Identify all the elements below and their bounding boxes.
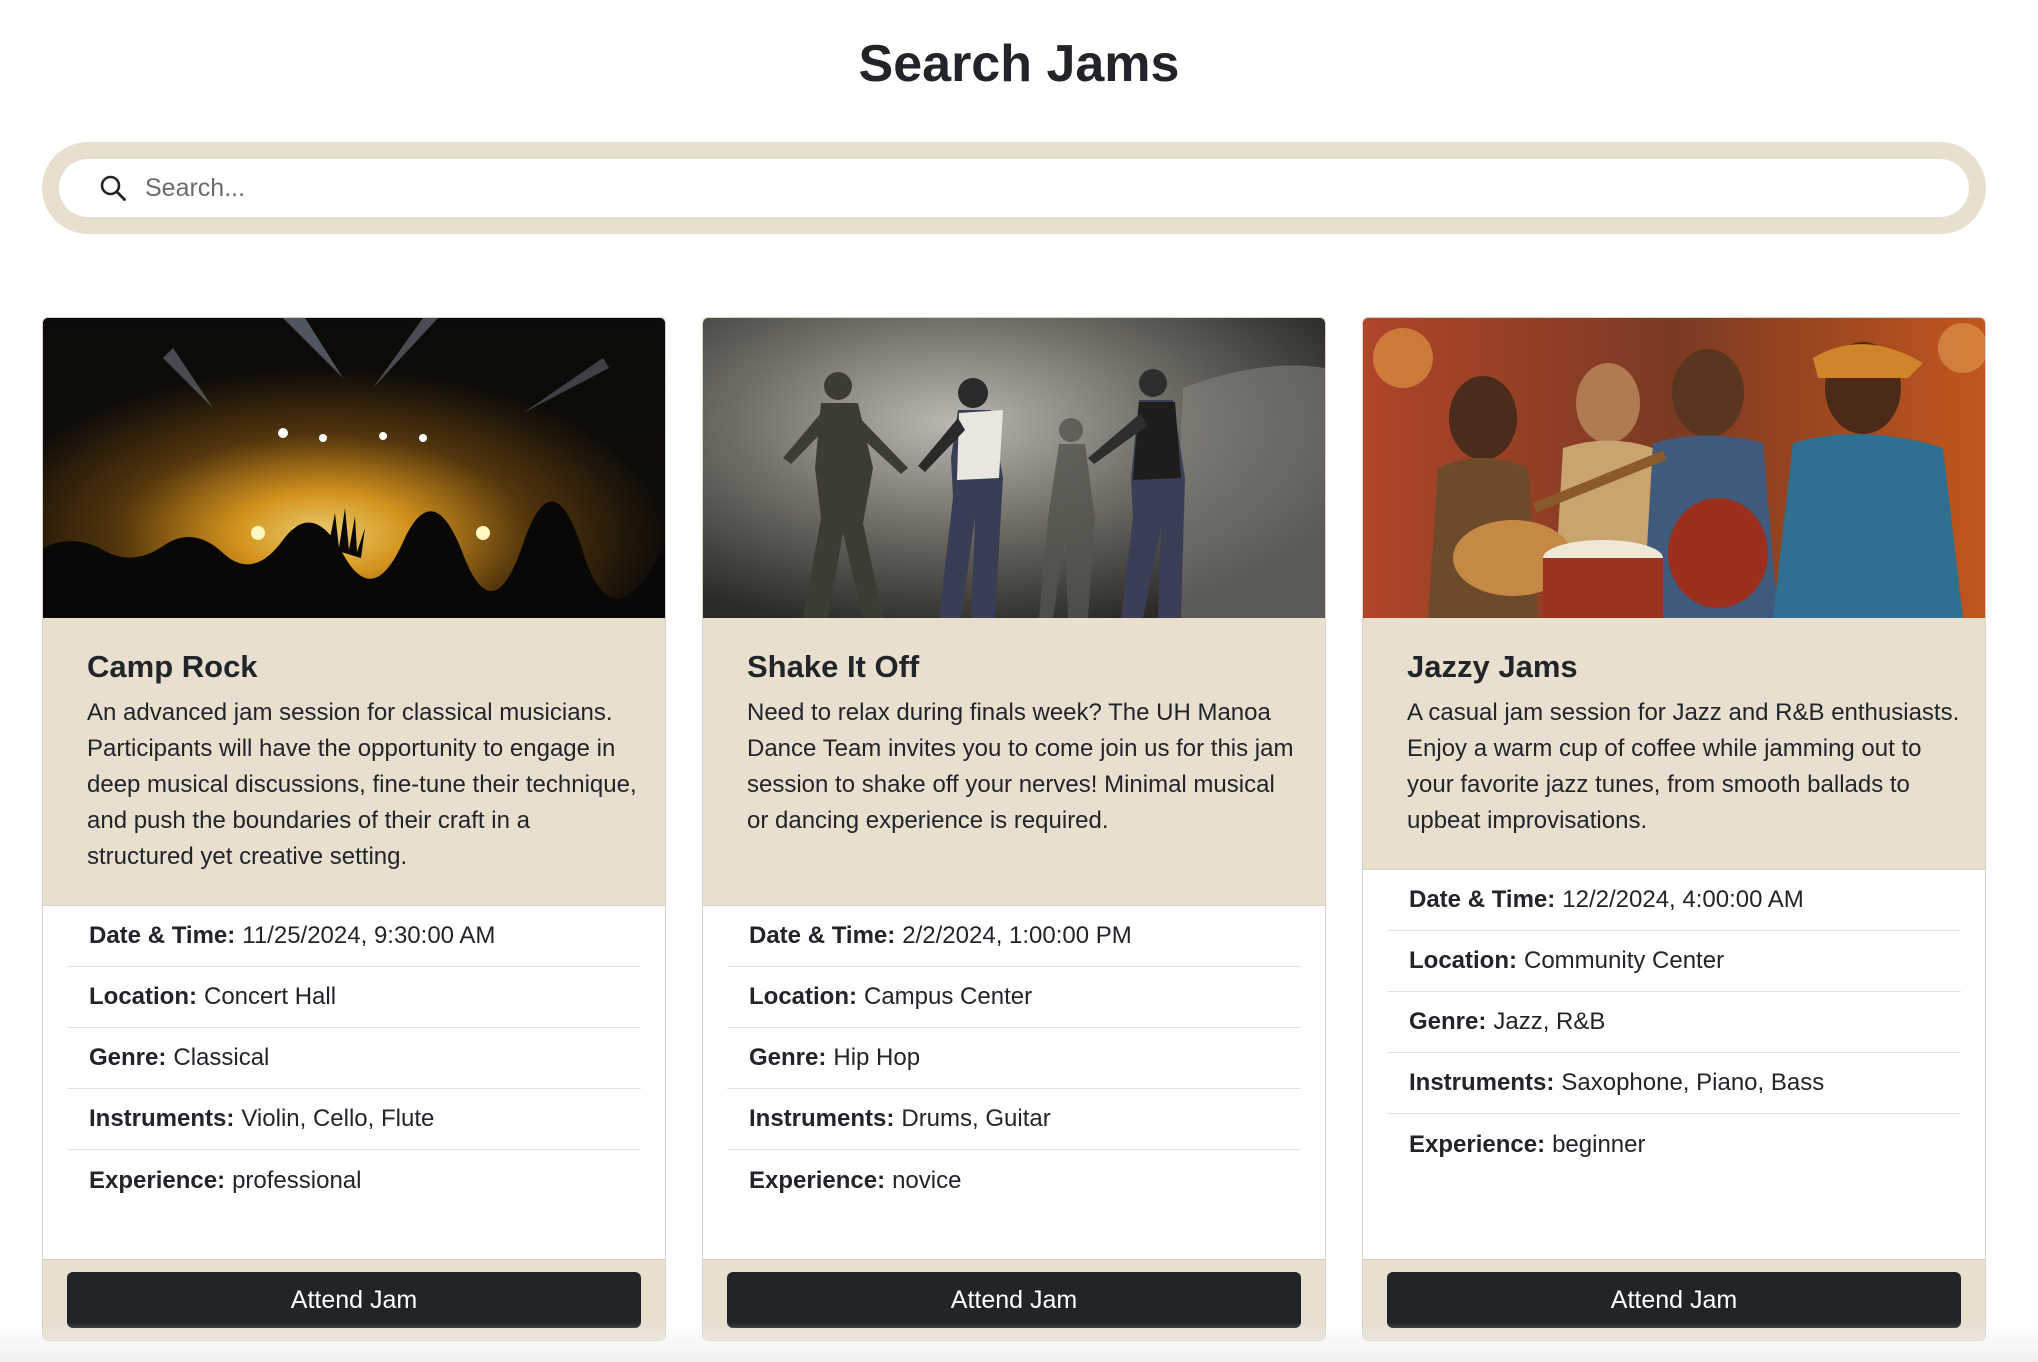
attend-jam-button[interactable]: Attend Jam	[727, 1272, 1301, 1328]
genre-label: Genre:	[749, 1044, 827, 1071]
experience-row: Experience: novice	[727, 1150, 1301, 1211]
location-label: Location:	[89, 983, 197, 1010]
location-row: Location: Concert Hall	[67, 967, 641, 1028]
date-time-row: Date & Time: 12/2/2024, 4:00:00 AM	[1387, 870, 1961, 931]
genre-row: Genre: Jazz, R&B	[1387, 992, 1961, 1053]
date-time-label: Date & Time:	[749, 922, 896, 949]
card-body: Jazzy Jams A casual jam session for Jazz…	[1363, 618, 1985, 870]
search-field[interactable]	[59, 159, 1969, 217]
jazz-musicians-photo	[1363, 318, 1985, 618]
instruments-label: Instruments:	[89, 1105, 235, 1132]
jam-card: Shake It Off Need to relax during finals…	[702, 317, 1326, 1341]
search-input[interactable]	[145, 159, 1969, 217]
experience-row: Experience: beginner	[1387, 1114, 1961, 1175]
search-bar	[42, 142, 1986, 234]
instruments-row: Instruments: Violin, Cello, Flute	[67, 1089, 641, 1150]
attend-jam-button[interactable]: Attend Jam	[1387, 1272, 1961, 1328]
genre-label: Genre:	[1409, 1008, 1487, 1035]
search-icon	[100, 175, 126, 201]
date-time-row: Date & Time: 11/25/2024, 9:30:00 AM	[67, 906, 641, 967]
dancers-photo	[703, 318, 1325, 618]
card-description: An advanced jam session for classical mu…	[87, 698, 637, 870]
jam-card: Jazzy Jams A casual jam session for Jazz…	[1362, 317, 1986, 1341]
experience-label: Experience:	[1409, 1130, 1546, 1158]
jam-card-grid: Camp Rock An advanced jam session for cl…	[42, 317, 1986, 1341]
instruments-value: Violin, Cello, Flute	[241, 1105, 435, 1132]
card-details-list: Date & Time: 2/2/2024, 1:00:00 PM Locatio…	[727, 906, 1301, 1211]
experience-label: Experience:	[89, 1166, 226, 1194]
location-label: Location:	[1409, 947, 1517, 974]
card-footer: Attend Jam	[703, 1259, 1325, 1340]
page-title: Search Jams	[858, 35, 1180, 93]
card-body: Camp Rock An advanced jam session for cl…	[43, 618, 665, 906]
card-description: Need to relax during finals week? The UH…	[747, 698, 1294, 834]
jam-card: Camp Rock An advanced jam session for cl…	[42, 317, 666, 1341]
card-title: Shake It Off	[747, 649, 920, 684]
card-body: Shake It Off Need to relax during finals…	[703, 618, 1325, 906]
date-time-value: 2/2/2024, 1:00:00 PM	[902, 922, 1132, 949]
card-description: A casual jam session for Jazz and R&B en…	[1407, 698, 1960, 834]
instruments-value: Drums, Guitar	[901, 1105, 1051, 1132]
experience-value: novice	[892, 1166, 962, 1194]
genre-value: Classical	[173, 1044, 270, 1071]
genre-value: Hip Hop	[833, 1044, 921, 1071]
card-footer: Attend Jam	[1363, 1259, 1985, 1340]
location-row: Location: Community Center	[1387, 931, 1961, 992]
experience-value: beginner	[1552, 1130, 1646, 1158]
card-title: Camp Rock	[87, 649, 258, 684]
experience-row: Experience: professional	[67, 1150, 641, 1211]
location-value: Campus Center	[864, 983, 1033, 1010]
experience-label: Experience:	[749, 1166, 886, 1194]
date-time-row: Date & Time: 2/2/2024, 1:00:00 PM	[727, 906, 1301, 967]
date-time-label: Date & Time:	[89, 922, 236, 949]
location-row: Location: Campus Center	[727, 967, 1301, 1028]
card-footer: Attend Jam	[43, 1259, 665, 1340]
genre-row: Genre: Hip Hop	[727, 1028, 1301, 1089]
attend-jam-button[interactable]: Attend Jam	[67, 1272, 641, 1328]
concert-crowd-photo	[43, 318, 665, 618]
instruments-label: Instruments:	[1409, 1069, 1555, 1096]
location-label: Location:	[749, 983, 857, 1010]
instruments-value: Saxophone, Piano, Bass	[1561, 1069, 1825, 1096]
location-value: Community Center	[1524, 947, 1725, 974]
genre-row: Genre: Classical	[67, 1028, 641, 1089]
date-time-value: 11/25/2024, 9:30:00 AM	[242, 922, 496, 949]
card-details-list: Date & Time: 12/2/2024, 4:00:00 AM Locati…	[1387, 870, 1961, 1175]
instruments-label: Instruments:	[749, 1105, 895, 1132]
date-time-label: Date & Time:	[1409, 886, 1556, 913]
card-title: Jazzy Jams	[1407, 649, 1578, 684]
genre-label: Genre:	[89, 1044, 167, 1071]
date-time-value: 12/2/2024, 4:00:00 AM	[1562, 886, 1804, 913]
genre-value: Jazz, R&B	[1493, 1008, 1606, 1035]
instruments-row: Instruments: Saxophone, Piano, Bass	[1387, 1053, 1961, 1114]
card-details-list: Date & Time: 11/25/2024, 9:30:00 AM Locat…	[67, 906, 641, 1211]
experience-value: professional	[232, 1166, 362, 1194]
instruments-row: Instruments: Drums, Guitar	[727, 1089, 1301, 1150]
location-value: Concert Hall	[204, 983, 337, 1010]
